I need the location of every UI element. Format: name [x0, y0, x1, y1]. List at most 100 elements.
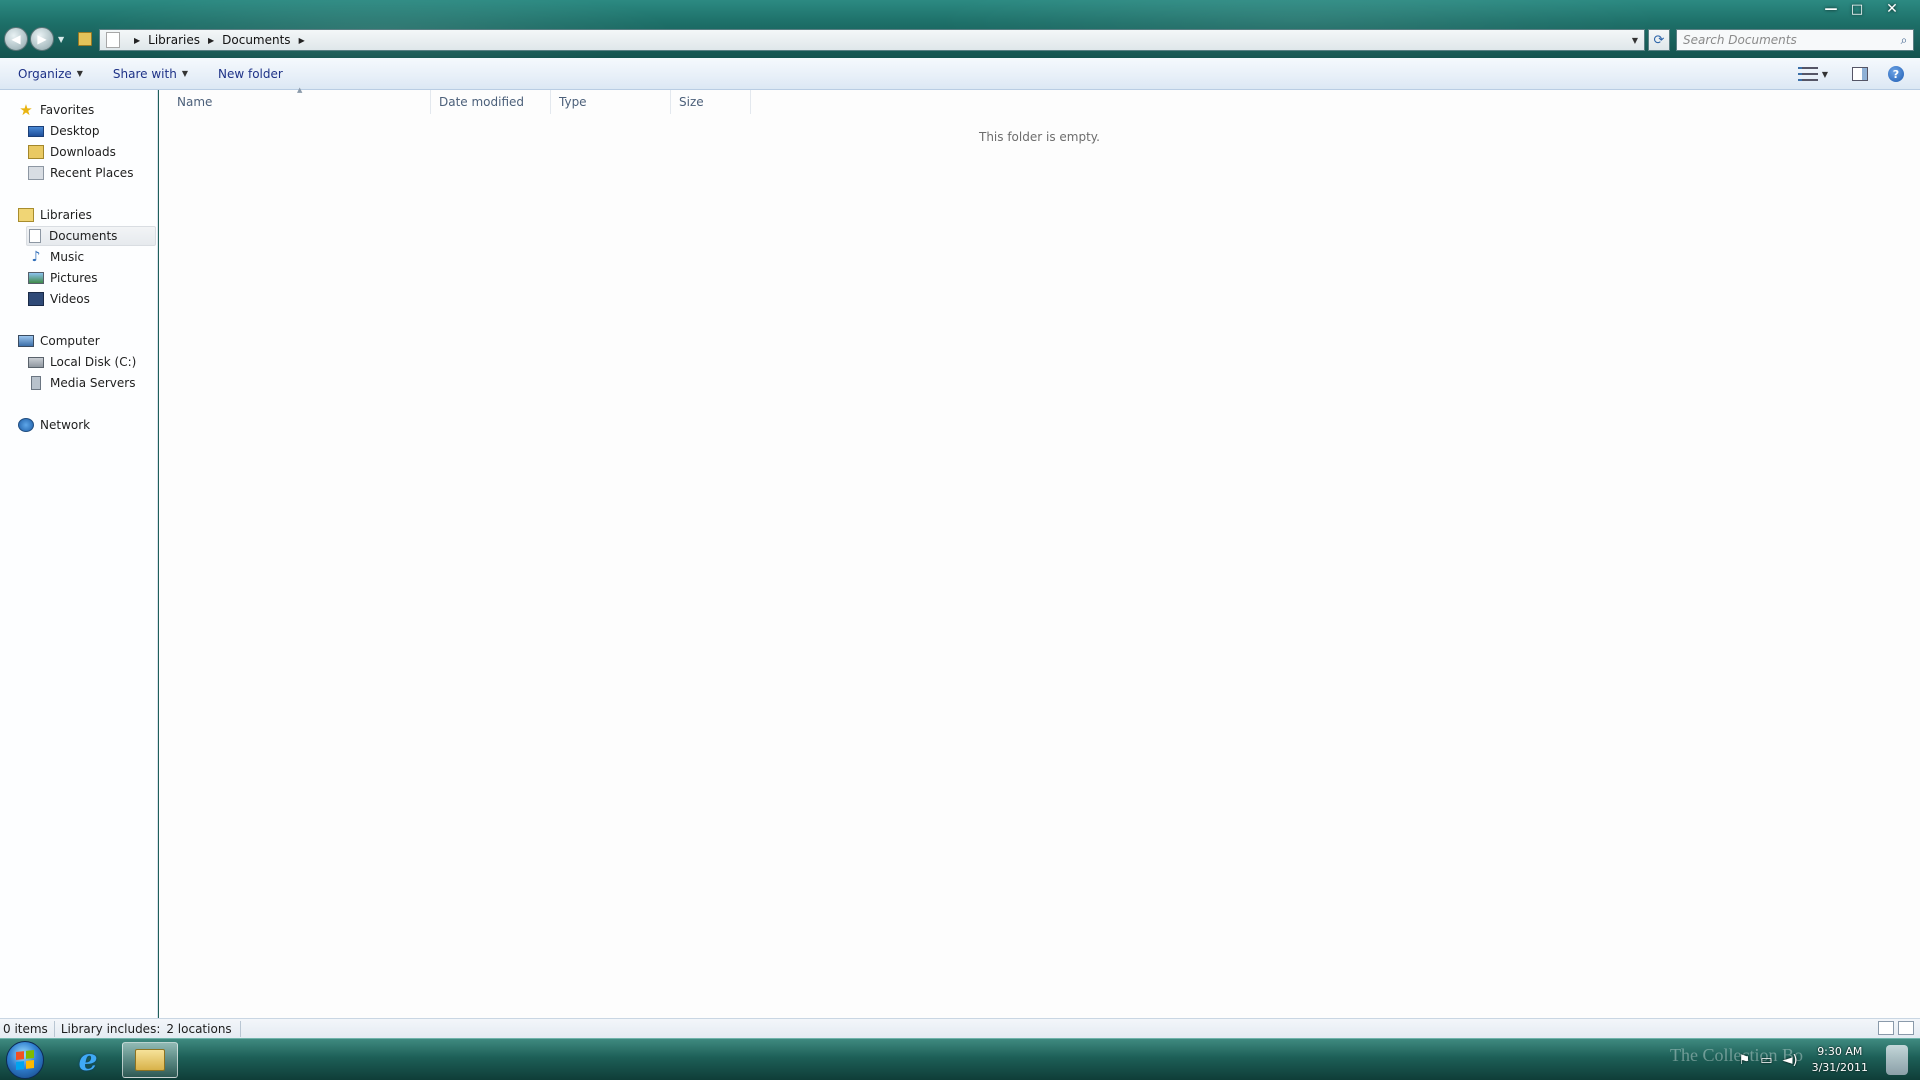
music-icon: ♪ [31, 249, 41, 265]
change-view-icon[interactable] [1797, 67, 1818, 81]
chevron-down-icon: ▼ [76, 69, 83, 78]
sidebar-item-label: Videos [50, 292, 90, 306]
recent-places-icon [28, 166, 44, 180]
status-bar: 0 items Library includes: 2 locations [0, 1018, 1920, 1038]
sidebar-item-label: Recent Places [50, 166, 134, 180]
pictures-icon [28, 272, 44, 284]
user-icon [1886, 1045, 1908, 1075]
column-header-label: Name [177, 95, 213, 109]
clock-date: 3/31/2011 [1811, 1061, 1868, 1074]
sidebar-item-label: Pictures [50, 271, 98, 285]
empty-folder-message: This folder is empty. [979, 130, 1100, 144]
sidebar-item-recent-places[interactable]: Recent Places [28, 163, 133, 183]
sidebar-item-videos[interactable]: Videos [28, 289, 90, 309]
large-icons-view-icon[interactable] [1898, 1021, 1914, 1035]
close-button[interactable]: ✕ [1870, 0, 1914, 18]
library-icon [106, 32, 120, 48]
folder-icon [78, 32, 92, 46]
internet-explorer-icon: e [78, 1042, 98, 1078]
column-header-date-modified[interactable]: Date modified [431, 90, 551, 114]
sidebar-item-label: Media Servers [50, 376, 136, 390]
recent-pages-dropdown[interactable]: ▼ [58, 35, 64, 44]
sidebar-item-pictures[interactable]: Pictures [28, 268, 98, 288]
sidebar-item-label: Downloads [50, 145, 116, 159]
chevron-down-icon: ▼ [181, 69, 188, 78]
clock-time: 9:30 AM [1817, 1045, 1863, 1058]
sidebar-item-network[interactable]: Network [18, 415, 90, 435]
item-count: 0 items [0, 1020, 55, 1037]
new-folder-button[interactable]: New folder [218, 67, 283, 81]
search-input[interactable]: Search Documents ⌕ [1676, 29, 1914, 51]
sidebar-item-documents[interactable]: Documents [26, 226, 156, 246]
column-headers: Name ▲ Date modified Type Size [159, 86, 1920, 114]
breadcrumb-chevron-icon[interactable]: ▶ [134, 36, 140, 45]
preview-pane-icon[interactable] [1852, 67, 1868, 81]
sidebar-item-local-disk[interactable]: Local Disk (C:) [28, 352, 136, 372]
sidebar-item-music[interactable]: ♪ Music [28, 247, 85, 267]
view-options-chevron-icon[interactable]: ▼ [1822, 70, 1828, 79]
libraries-icon [18, 208, 34, 222]
back-button[interactable]: ◀ [4, 27, 28, 51]
column-header-label: Size [679, 95, 704, 109]
breadcrumb-chevron-icon[interactable]: ▶ [299, 36, 305, 45]
address-bar[interactable]: ▶ Libraries ▶ Documents ▶ ▼ [99, 29, 1645, 51]
library-locations: Library includes: 2 locations [55, 1020, 241, 1037]
sort-ascending-icon: ▲ [297, 86, 303, 94]
taskbar: e The Collection Bo ⚑ ▭ ◄) 9:30 AM 3/31/… [0, 1038, 1920, 1080]
command-bar-right: ▼ ? [1797, 58, 1920, 90]
hard-disk-icon [28, 356, 44, 368]
column-header-type[interactable]: Type [551, 90, 671, 114]
start-button[interactable] [6, 1041, 44, 1079]
breadcrumb-documents[interactable]: Documents [222, 33, 290, 47]
show-desktop-button[interactable] [1874, 1039, 1920, 1080]
sidebar-item-media-servers[interactable]: Media Servers [28, 373, 135, 393]
address-dropdown-icon[interactable]: ▼ [1626, 36, 1644, 45]
folder-icon [135, 1049, 165, 1071]
help-icon[interactable]: ? [1888, 66, 1904, 82]
minimize-button[interactable]: — [1818, 0, 1844, 18]
sidebar-item-downloads[interactable]: Downloads [28, 142, 116, 162]
sidebar-item-label: Music [50, 250, 85, 264]
network-icon [18, 418, 34, 432]
videos-icon [28, 292, 44, 306]
sidebar-item-favorites[interactable]: ★ Favorites [18, 100, 94, 120]
volume-icon[interactable]: ◄) [1783, 1053, 1798, 1068]
file-list[interactable]: Name ▲ Date modified Type Size This fold… [159, 86, 1920, 1018]
breadcrumb-chevron-icon[interactable]: ▶ [208, 36, 214, 45]
share-with-button[interactable]: Share with ▼ [113, 67, 188, 81]
refresh-icon: ⟳ [1653, 32, 1665, 48]
forward-button[interactable]: ▶ [30, 27, 54, 51]
window-frame: — □ ✕ ◀ ▶ ▼ ▶ Libraries ▶ Documents ▶ ▼ … [0, 0, 1920, 58]
sidebar-item-computer[interactable]: Computer [18, 331, 100, 351]
refresh-button[interactable]: ⟳ [1648, 29, 1670, 51]
library-locations-link[interactable]: 2 locations [166, 1022, 231, 1036]
notification-area: ⚑ ▭ ◄) 9:30 AM 3/31/2011 [1729, 1039, 1868, 1080]
column-header-size[interactable]: Size [671, 90, 751, 114]
organize-button[interactable]: Organize ▼ [18, 67, 83, 81]
network-tray-icon[interactable]: ▭ [1760, 1053, 1772, 1068]
share-with-label: Share with [112, 66, 177, 81]
sidebar-item-label: Documents [49, 229, 118, 243]
action-center-flag-icon[interactable]: ⚑ [1739, 1053, 1751, 1068]
media-server-icon [31, 376, 41, 390]
sidebar-item-label: Favorites [40, 103, 95, 117]
windows-logo-icon [16, 1050, 34, 1070]
search-icon[interactable]: ⌕ [1895, 33, 1913, 48]
column-header-name[interactable]: Name ▲ [159, 86, 431, 114]
command-bar: Organize ▼ Share with ▼ New folder ▼ ? [0, 58, 1920, 90]
search-placeholder: Search Documents [1683, 33, 1797, 47]
sidebar-item-desktop[interactable]: Desktop [28, 121, 100, 141]
computer-icon [18, 335, 34, 347]
navigation-buttons: ◀ ▶ ▼ [4, 27, 64, 51]
breadcrumb-libraries[interactable]: Libraries [148, 33, 200, 47]
details-view-icon[interactable] [1878, 1021, 1894, 1035]
navigation-pane: ★ Favorites Desktop Downloads Recent Pla… [0, 90, 158, 1018]
downloads-icon [28, 145, 44, 159]
taskbar-windows-explorer[interactable] [122, 1042, 178, 1078]
desktop-icon [28, 125, 44, 137]
taskbar-internet-explorer[interactable]: e [60, 1042, 116, 1078]
clock[interactable]: 9:30 AM 3/31/2011 [1812, 1044, 1868, 1076]
maximize-button[interactable]: □ [1844, 0, 1870, 18]
sidebar-item-libraries[interactable]: Libraries [18, 205, 92, 225]
star-icon: ★ [19, 101, 33, 119]
